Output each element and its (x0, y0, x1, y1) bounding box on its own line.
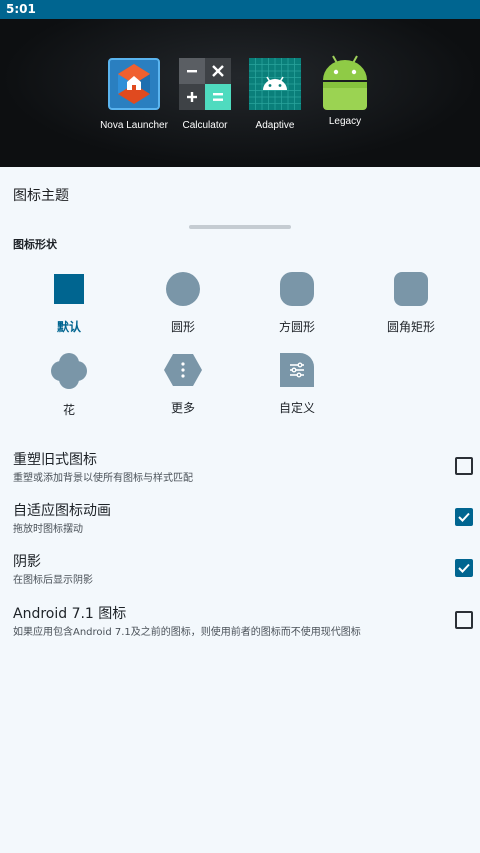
square-shape-icon (52, 272, 86, 306)
circle-shape-icon (166, 272, 200, 306)
sheet-title: 图标主题 (13, 188, 69, 204)
custom-shape-icon (280, 353, 314, 387)
preview-app-legacy: Legacy (300, 55, 390, 127)
rounded-rect-shape-icon (394, 272, 428, 306)
shape-option-more[interactable]: 更多 (123, 353, 243, 416)
shape-option-circle[interactable]: 圆形 (123, 272, 243, 335)
calculator-icon (179, 58, 231, 110)
checkmark-icon (458, 512, 470, 522)
shape-option-rounded-rect[interactable]: 圆角矩形 (351, 272, 471, 335)
android-legacy-icon (315, 52, 375, 112)
adaptive-animation-checkbox[interactable] (455, 508, 473, 526)
nova-launcher-icon (108, 58, 160, 110)
icon-preview: Nova Launcher Calculator Adaptive Legacy (0, 19, 480, 167)
drag-handle[interactable] (189, 225, 291, 229)
pref-shadow[interactable]: 阴影 在图标后显示阴影 (0, 551, 480, 601)
shadow-checkbox[interactable] (455, 559, 473, 577)
shape-option-flower[interactable]: 花 (9, 353, 129, 418)
status-bar: 5:01 (0, 0, 480, 19)
shape-option-custom[interactable]: 自定义 (237, 353, 357, 416)
checkmark-icon (458, 563, 470, 573)
more-shape-icon (164, 353, 202, 387)
flower-shape-icon (51, 353, 87, 389)
reshape-legacy-checkbox[interactable] (455, 457, 473, 475)
android-71-icons-checkbox[interactable] (455, 611, 473, 629)
android-adaptive-icon (249, 58, 301, 110)
pref-reshape-legacy-icons[interactable]: 重塑旧式图标 重塑或添加背景以使所有图标与样式匹配 (0, 449, 480, 499)
pref-android-71-icons[interactable]: Android 7.1 图标 如果应用包含Android 7.1及之前的图标，则… (0, 603, 480, 653)
squircle-shape-icon (280, 272, 314, 306)
shape-option-default[interactable]: 默认 (9, 272, 129, 335)
section-title-icon-shape: 图标形状 (13, 238, 57, 251)
shape-option-squircle[interactable]: 方圆形 (237, 272, 357, 335)
status-time: 5:01 (6, 2, 36, 16)
icon-theme-sheet: 图标主题 图标形状 默认 圆形 方圆形 圆角矩形 花 更多 自定义 重塑旧式图标… (0, 167, 480, 853)
pref-adaptive-icon-animation[interactable]: 自适应图标动画 拖放时图标摆动 (0, 500, 480, 550)
